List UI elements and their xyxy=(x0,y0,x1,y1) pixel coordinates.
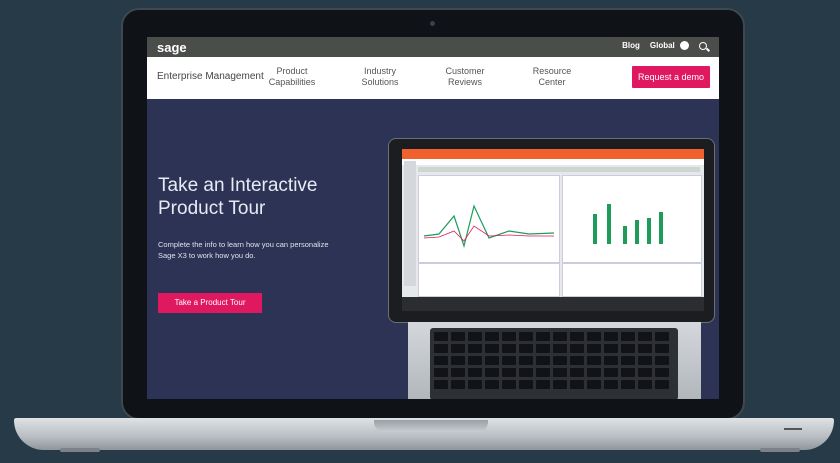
main-nav: Enterprise Management Product Capabiliti… xyxy=(147,57,719,99)
globe-icon xyxy=(680,41,689,51)
hero-subtitle-line: Sage X3 to work how you do. xyxy=(158,251,256,260)
inner-video-controls xyxy=(402,297,704,311)
nav-item-line: Center xyxy=(538,77,566,87)
hero-subtitle: Complete the info to learn how you can p… xyxy=(158,239,368,261)
laptop-foot-left xyxy=(60,448,100,452)
webcam xyxy=(430,21,435,26)
inner-chart-card-left xyxy=(418,175,560,263)
key-row xyxy=(434,344,669,353)
inner-sidebar xyxy=(404,161,416,286)
inner-toolbar xyxy=(402,159,704,165)
hero-title-line: Take an Interactive xyxy=(158,175,318,196)
laptop-base-notch xyxy=(374,420,488,432)
hero-title: Take an Interactive Product Tour xyxy=(158,174,378,220)
nav-item-industry-solutions[interactable]: Industry Solutions xyxy=(345,66,415,88)
top-utility-links: Blog Global xyxy=(622,41,707,51)
inner-tab-strip xyxy=(418,167,700,172)
nav-item-line: Product xyxy=(276,66,308,76)
nav-item-line: Solutions xyxy=(361,77,399,87)
inner-line-chart xyxy=(423,204,555,249)
hero-subtitle-line: Complete the info to learn how you can p… xyxy=(158,240,329,249)
laptop-foot-right xyxy=(760,448,800,452)
inner-card-bottom-left xyxy=(418,263,560,297)
key-row xyxy=(434,332,669,341)
blog-link[interactable]: Blog xyxy=(622,41,640,50)
global-selector[interactable]: Global xyxy=(649,41,689,51)
nav-item-product-capabilities[interactable]: Product Capabilities xyxy=(257,66,327,88)
inner-laptop-screen xyxy=(402,149,704,311)
product-tour-button[interactable]: Take a Product Tour xyxy=(158,293,262,313)
global-label: Global xyxy=(649,41,675,50)
laptop-screen: sage Blog Global Enterprise Management P… xyxy=(147,37,719,399)
laptop-scene: sage Blog Global Enterprise Management P… xyxy=(0,0,840,463)
inner-bar-chart xyxy=(593,204,663,244)
inner-keyboard xyxy=(430,328,678,399)
sage-logo[interactable]: sage xyxy=(157,40,187,55)
nav-item-line: Reviews xyxy=(447,77,482,87)
key-row xyxy=(434,380,669,389)
nav-item-line: Resource xyxy=(532,66,572,76)
key-row xyxy=(434,368,669,377)
search-icon[interactable] xyxy=(699,41,707,50)
nav-item-line: Industry xyxy=(363,66,396,76)
request-demo-button[interactable]: Request a demo xyxy=(632,66,710,88)
nav-item-customer-reviews[interactable]: Customer Reviews xyxy=(430,66,500,88)
inner-orange-header xyxy=(402,149,704,159)
nav-item-line: Customer xyxy=(445,66,485,76)
nav-item-line: Capabilities xyxy=(268,77,316,87)
base-indicator xyxy=(784,428,802,430)
inner-chart-card-right xyxy=(562,175,702,263)
inner-card-bottom-right xyxy=(562,263,702,297)
nav-item-resource-center[interactable]: Resource Center xyxy=(517,66,587,88)
site-top-bar: sage Blog Global xyxy=(147,37,719,57)
product-brand[interactable]: Enterprise Management xyxy=(157,71,264,82)
key-row xyxy=(434,356,669,365)
hero-title-line: Product Tour xyxy=(158,198,266,219)
